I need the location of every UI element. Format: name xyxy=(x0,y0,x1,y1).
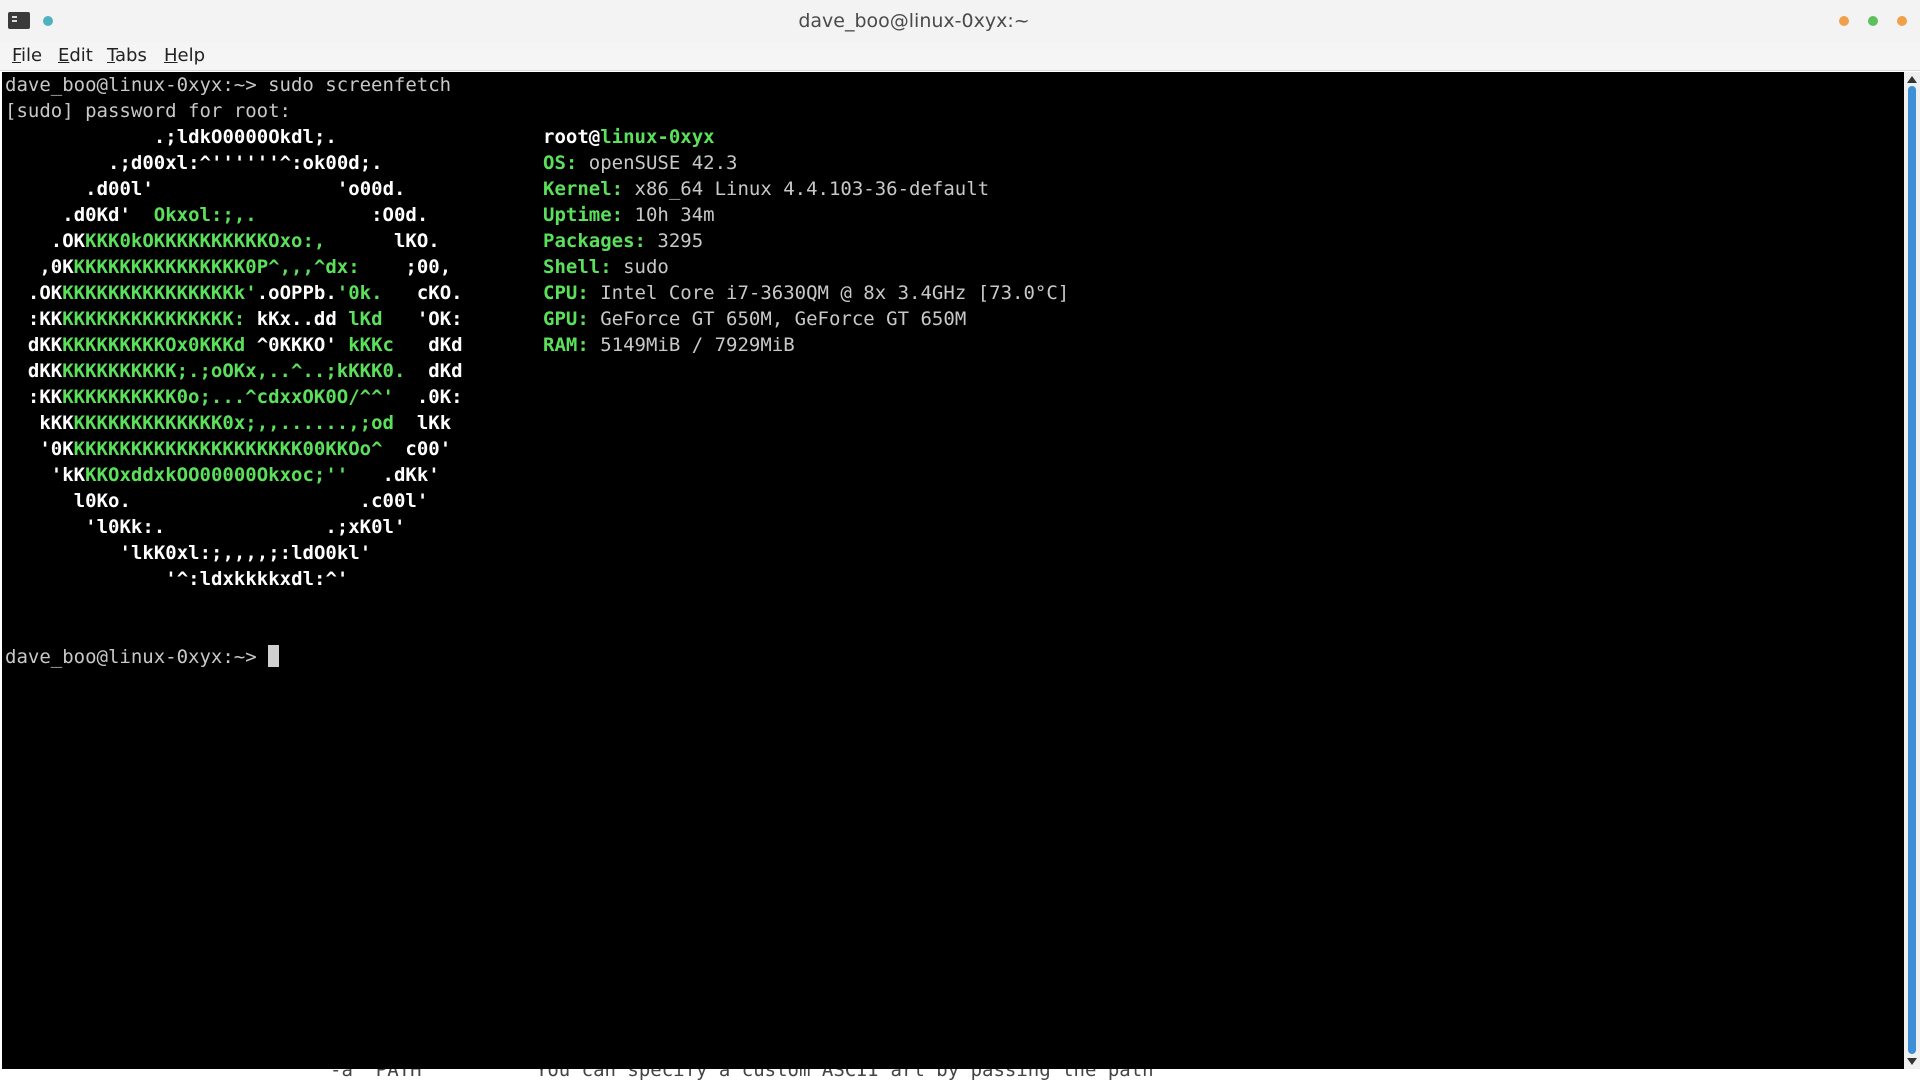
menu-tabs[interactable]: Tabs xyxy=(107,45,147,67)
ascii-logo-line: .d0Kd' Okxol:;,. :O0d. xyxy=(62,204,429,226)
info-row: Kernel: x86_64 Linux 4.4.103-36-default xyxy=(543,176,989,202)
ascii-logo-line: '0KKKKKKKKKKKKKKKKKKKKK00KKOo^ c00' xyxy=(39,438,452,460)
info-value: 3295 xyxy=(645,230,704,252)
info-key: GPU: xyxy=(543,308,589,330)
menu-separator xyxy=(0,70,1920,71)
info-value: Intel Core i7-3630QM @ 8x 3.4GHz [73.0°C… xyxy=(588,282,1070,304)
ascii-logo-line: :KKKKKKKKKKKK0o;...^cdxxOK0O/^^' .0K: xyxy=(27,386,463,408)
window-title: dave_boo@linux-0xyx:~ xyxy=(798,10,1030,32)
menu-file[interactable]: File xyxy=(12,45,42,67)
ascii-logo-line: .OKKKKKKKKKKKKKKKKk'.oOPPb.'0k. cKO. xyxy=(27,282,463,304)
ascii-logo-line: 'lkK0xl:;,,,,;:ldO0kl' xyxy=(119,542,372,564)
info-row: OS: openSUSE 42.3 xyxy=(543,150,737,176)
ascii-logo-line: '^:ldxkkkkxdl:^' xyxy=(165,568,349,590)
info-key: OS: xyxy=(543,152,578,174)
ascii-logo-line: .OKKKK0kOKKKKKKKKKKOxo:, lKO. xyxy=(50,230,440,252)
scroll-thumb[interactable] xyxy=(1908,86,1916,1054)
info-value: GeForce GT 650M, GeForce GT 650M xyxy=(588,308,967,330)
minimize-button[interactable] xyxy=(1839,16,1849,26)
terminal-output[interactable]: dave_boo@linux-0xyx:~> sudo screenfetch … xyxy=(2,72,1904,1069)
ascii-logo-line: .d00l' 'o00d. xyxy=(85,178,406,200)
info-key: Shell: xyxy=(543,256,612,278)
info-value: x86_64 Linux 4.4.103-36-default xyxy=(623,178,990,200)
menu-help[interactable]: Help xyxy=(164,45,205,67)
scrollbar[interactable] xyxy=(1904,72,1920,1069)
background-window-text: -a PATH You can specify a custom ASCII a… xyxy=(330,1069,1154,1080)
ascii-logo-line: dKKKKKKKKKKKOx0KKKd ^0KKKO' kKKc dKd xyxy=(27,334,463,356)
menu-edit[interactable]: Edit xyxy=(58,45,93,67)
text-cursor xyxy=(268,645,280,667)
info-header: root@linux-0xyx xyxy=(543,126,715,148)
title-bar[interactable]: dave_boo@linux-0xyx:~ xyxy=(0,0,1920,43)
ascii-logo-line: kKKKKKKKKKKKKKKK0x;,,......,;od lKk xyxy=(39,412,452,434)
scroll-up-arrow-icon[interactable] xyxy=(1907,76,1917,83)
terminal-window: dave_boo@linux-0xyx:~ File Edit Tabs Hel… xyxy=(0,0,1920,1080)
ascii-logo-line: .;ldkO0000Okdl;. xyxy=(153,126,337,148)
scroll-down-arrow-icon[interactable] xyxy=(1907,1058,1917,1065)
info-key: CPU: xyxy=(543,282,589,304)
info-key: RAM: xyxy=(543,334,589,356)
info-row: Uptime: 10h 34m xyxy=(543,202,715,228)
info-value: 5149MiB / 7929MiB xyxy=(588,334,795,356)
ascii-logo-line: .;d00xl:^''''''^:ok00d;. xyxy=(108,152,383,174)
info-value: openSUSE 42.3 xyxy=(577,152,738,174)
ascii-logo-line: 'l0Kk:. .;xK0l' xyxy=(85,516,406,538)
menu-bar: File Edit Tabs Help xyxy=(0,42,1920,70)
close-button[interactable] xyxy=(1897,16,1907,26)
info-key: Kernel: xyxy=(543,178,624,200)
shell-prompt: dave_boo@linux-0xyx:~> xyxy=(5,646,269,668)
maximize-button[interactable] xyxy=(1868,16,1878,26)
ascii-logo-line: l0Ko. .c00l' xyxy=(73,490,429,512)
info-row: Packages: 3295 xyxy=(543,228,703,254)
background-window: -a PATH You can specify a custom ASCII a… xyxy=(0,1069,1920,1080)
ascii-logo-line: :KKKKKKKKKKKKKKKKK: kKx..dd lKd 'OK: xyxy=(27,308,463,330)
ascii-logo-line: dKKKKKKKKKKKK;.;oOKx,..^..;kKKK0. dKd xyxy=(27,360,463,382)
info-row: RAM: 5149MiB / 7929MiB xyxy=(543,332,795,358)
info-key: Uptime: xyxy=(543,204,624,226)
ascii-logo-line: 'kKKKOxddxkOO00000Okxoc;'' .dKk' xyxy=(50,464,440,486)
command-line: dave_boo@linux-0xyx:~> sudo screenfetch xyxy=(5,74,452,96)
info-row: GPU: GeForce GT 650M, GeForce GT 650M xyxy=(543,306,966,332)
info-row: Shell: sudo xyxy=(543,254,669,280)
info-key: Packages: xyxy=(543,230,646,252)
sudo-prompt: [sudo] password for root: xyxy=(5,100,291,122)
info-row: CPU: Intel Core i7-3630QM @ 8x 3.4GHz [7… xyxy=(543,280,1069,306)
ascii-logo-line: ,0KKKKKKKKKKKKKKKK0P^,,,^dx: ;00, xyxy=(39,256,452,278)
info-value: 10h 34m xyxy=(623,204,715,226)
prompt-line[interactable]: dave_boo@linux-0xyx:~> xyxy=(5,644,280,670)
info-value: sudo xyxy=(611,256,669,278)
